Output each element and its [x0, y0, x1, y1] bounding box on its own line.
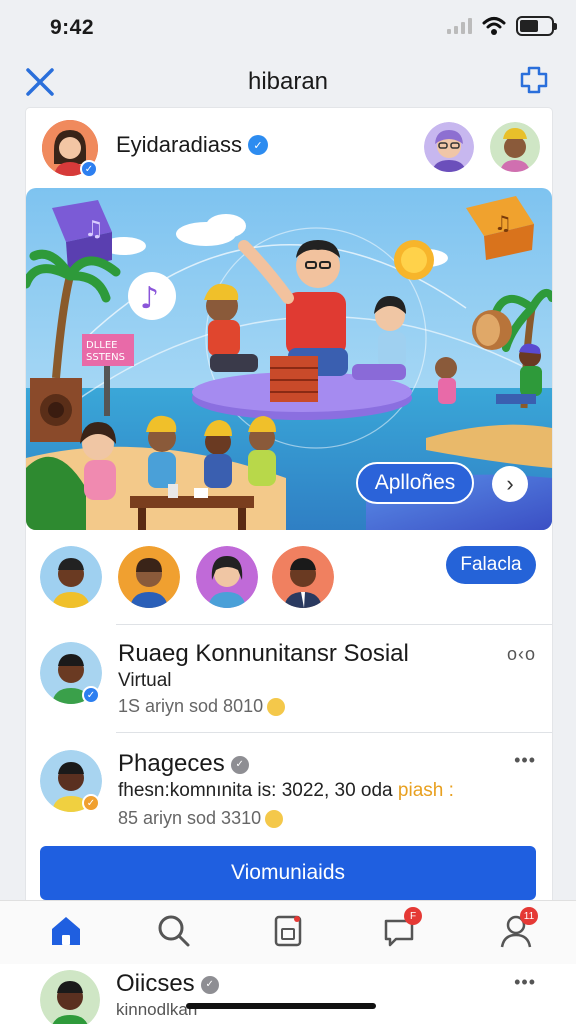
post-title-text: Oiicses: [116, 970, 195, 997]
member-avatar[interactable]: [196, 546, 258, 608]
notification-badge: 11: [520, 907, 538, 925]
page-title: hibaran: [247, 68, 329, 95]
home-icon: [52, 917, 80, 945]
banner-cta-button[interactable]: Aplloñes: [356, 462, 474, 504]
list-item[interactable]: ✓ Phageces ✓ fhesn:komnınita is: 3022, 30…: [26, 736, 552, 840]
member-avatar[interactable]: [40, 970, 100, 1024]
verified-icon: ✓: [248, 135, 268, 155]
chevron-right-icon[interactable]: ›: [492, 466, 528, 502]
divider: [116, 732, 552, 733]
post-title: Ruaeg Konnunitansr Sosial: [118, 640, 409, 667]
member-avatar[interactable]: [424, 122, 474, 172]
more-options-icon[interactable]: •••: [514, 972, 536, 993]
svg-text:SSTENS: SSTENS: [86, 352, 125, 363]
post-meta-text: 85 ariyn sod 3310: [118, 808, 262, 828]
bookmark-icon: [274, 915, 302, 947]
status-time: 9:42: [50, 16, 95, 39]
more-options-icon[interactable]: o‹o: [507, 644, 536, 665]
avatar-badge-icon: ✓: [80, 160, 98, 178]
status-icons: [447, 16, 557, 36]
author-row: ✓ Eyidaradiass ✓: [26, 108, 552, 188]
join-button[interactable]: Viomuniaids: [40, 846, 536, 900]
post-meta: 1S ariyn sod 8010: [118, 696, 286, 717]
emoji-icon: [265, 810, 284, 829]
author-name: Eyidaradiass: [116, 132, 242, 157]
share-icon[interactable]: [518, 64, 550, 96]
follow-button[interactable]: Falacla: [446, 546, 536, 584]
avatar-badge-icon: ✓: [82, 794, 100, 812]
svg-text:♫: ♫: [84, 217, 104, 242]
search-icon: [158, 915, 190, 947]
hero-banner[interactable]: ♫ ♫ ♪ DLLEE SSTENS Aplloñes ›: [26, 188, 552, 530]
screen: 9:42 hibaran ✓ Eyidaradiass ✓ ♫ ♫ ♪ DLLE…: [0, 0, 576, 1024]
avatar-badge-icon: ✓: [82, 686, 100, 704]
member-avatar[interactable]: [490, 122, 540, 172]
member-avatar[interactable]: [40, 546, 102, 608]
post-subtitle-text: fhesn:komnınita is: 3022, 30 oda: [118, 780, 393, 801]
post-meta: 85 ariyn sod 3310: [118, 808, 284, 829]
emoji-icon: [267, 698, 286, 717]
member-avatar[interactable]: [272, 546, 334, 608]
tab-home[interactable]: [46, 911, 86, 951]
verified-icon: ✓: [200, 975, 219, 994]
more-options-icon[interactable]: •••: [514, 750, 536, 771]
post-meta-text: 1S ariyn sod 8010: [118, 696, 264, 716]
post-title: Phageces ✓: [118, 750, 249, 778]
tab-bar: F 11: [0, 900, 576, 964]
tab-saved[interactable]: [268, 911, 308, 951]
battery-icon: [516, 16, 557, 36]
tab-profile[interactable]: 11: [496, 907, 538, 951]
post-subtitle: kinnodlkan: [116, 1000, 198, 1019]
post-subtitle-accent: piash :: [397, 780, 454, 801]
svg-text:♪: ♪: [140, 281, 159, 316]
people-row: Falacla: [26, 544, 552, 624]
home-indicator[interactable]: [186, 1003, 376, 1009]
member-avatar[interactable]: [118, 546, 180, 608]
divider: [116, 624, 552, 625]
post-subtitle: Virtual: [118, 670, 172, 691]
post-title: Oiicses ✓: [116, 970, 219, 998]
status-bar: 9:42: [0, 0, 576, 56]
svg-text:DLLEE: DLLEE: [86, 340, 117, 351]
svg-text:♫: ♫: [494, 211, 512, 235]
list-item[interactable]: Oiicses ✓ kinnodlkan •••: [0, 964, 576, 1024]
wifi-icon: [482, 17, 506, 35]
nav-bar: hibaran: [0, 56, 576, 108]
list-item[interactable]: ✓ Ruaeg Konnunitansr Sosial Virtual 1S a…: [26, 628, 552, 732]
tab-chat[interactable]: F: [380, 907, 422, 951]
post-title-text: Phageces: [118, 750, 225, 777]
verified-icon: ✓: [230, 755, 249, 774]
signal-icon: [447, 18, 472, 34]
community-card: ✓ Eyidaradiass ✓ ♫ ♫ ♪ DLLEE SSTENS Apll…: [26, 108, 552, 908]
tab-search[interactable]: [154, 911, 194, 951]
post-subtitle: fhesn:komnınita is: 3022, 30 oda piash :: [118, 780, 454, 802]
notification-badge: F: [404, 907, 422, 925]
